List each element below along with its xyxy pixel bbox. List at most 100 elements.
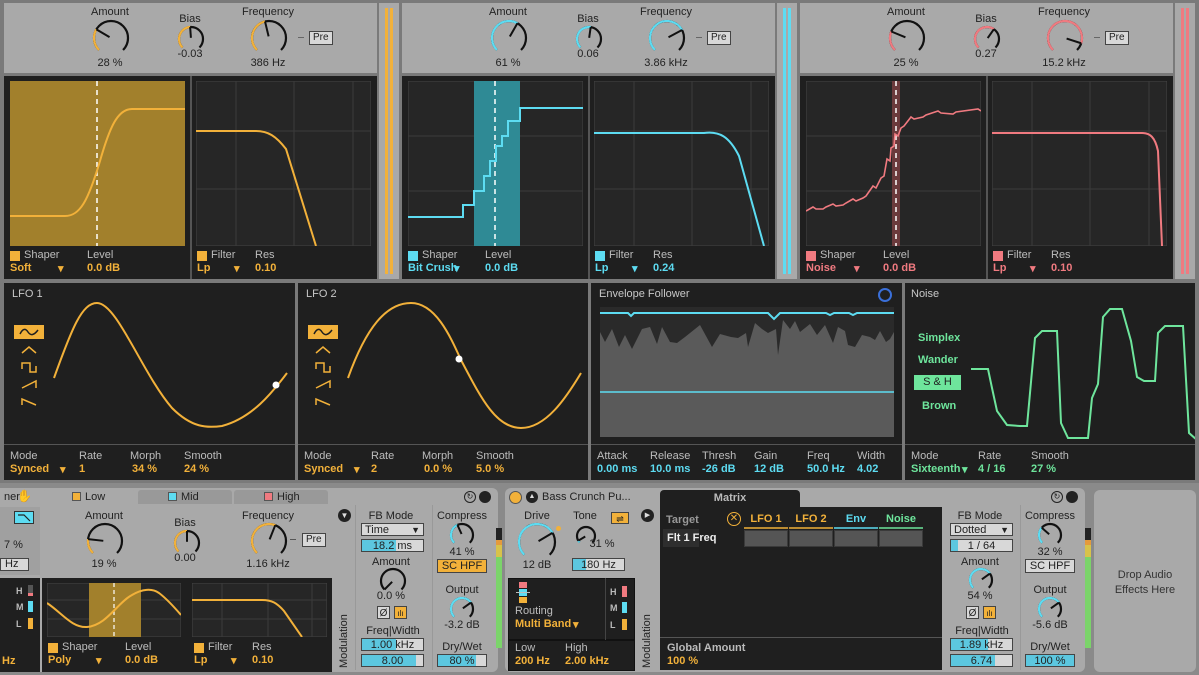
band-2-frequency-knob[interactable]: [648, 19, 686, 60]
chevron-down-icon[interactable]: ▾: [354, 463, 360, 476]
device1-filter-type[interactable]: Lp: [194, 654, 207, 666]
band-tab-mid[interactable]: Mid: [138, 490, 232, 504]
chevron-down-icon[interactable]: ▾: [234, 262, 240, 275]
device2-phase-button[interactable]: Ø: [966, 606, 979, 619]
band-1-pre-button[interactable]: Pre: [309, 31, 333, 45]
headphone-icon[interactable]: [878, 288, 892, 302]
band-2-shaper-type[interactable]: Bit Crush: [408, 262, 458, 274]
matrix-tab[interactable]: Matrix: [660, 490, 800, 508]
device2-title[interactable]: Bass Crunch Pu...: [542, 491, 631, 503]
routing-dropdown[interactable]: Multi Band: [515, 618, 571, 630]
width-value[interactable]: 4.02: [857, 463, 878, 475]
device2-power-button[interactable]: [509, 491, 522, 504]
device1-amount-knob[interactable]: [86, 522, 124, 563]
drop-audio-effects-zone[interactable]: Drop Audio Effects Here: [1094, 490, 1196, 672]
noise-type-wander[interactable]: Wander: [918, 354, 958, 366]
square-icon[interactable]: [315, 362, 331, 373]
band-1-level-value[interactable]: 0.0 dB: [87, 262, 120, 274]
release-value[interactable]: 10.0 ms: [650, 463, 690, 475]
chevron-down-icon[interactable]: ▾: [454, 262, 460, 275]
device2-fb-time-slider[interactable]: 1 / 64: [950, 539, 1013, 552]
tone-type-button[interactable]: ⇌: [611, 512, 629, 524]
modulation-expand-button[interactable]: ▼: [338, 509, 351, 522]
matrix-cell[interactable]: [789, 530, 833, 547]
thresh-value[interactable]: -26 dB: [702, 463, 736, 475]
noise-rate-value[interactable]: 4 / 16: [978, 463, 1006, 475]
band-3-filter-toggle[interactable]: [993, 251, 1003, 261]
gain-value[interactable]: 12 dB: [754, 463, 784, 475]
device1-fb-time-slider[interactable]: 18.2 ms: [361, 539, 424, 552]
device1-phase-button[interactable]: Ø: [377, 606, 390, 619]
matrix-cell[interactable]: [834, 530, 878, 547]
matrix-target-name[interactable]: Flt 1 Freq: [667, 532, 717, 544]
band-1-amount-knob[interactable]: [92, 19, 130, 60]
band-3-res-value[interactable]: 0.10: [1051, 262, 1072, 274]
noise-mode-dropdown[interactable]: Sixteenth: [911, 463, 961, 475]
device1-drywet-slider[interactable]: 80 %: [437, 654, 487, 667]
attack-value[interactable]: 0.00 ms: [597, 463, 637, 475]
device1-level-value[interactable]: 0.0 dB: [125, 654, 158, 666]
square-icon[interactable]: [21, 362, 37, 373]
save-preset-icon[interactable]: [1066, 491, 1078, 503]
triangle-icon[interactable]: [21, 346, 37, 354]
chevron-down-icon[interactable]: ▾: [1030, 262, 1036, 275]
chevron-down-icon[interactable]: ▾: [96, 654, 102, 667]
clear-icon[interactable]: ✕: [727, 512, 741, 526]
sine-icon[interactable]: [14, 325, 44, 339]
noise-type-brown[interactable]: Brown: [922, 400, 956, 412]
band-2-res-value[interactable]: 0.24: [653, 262, 674, 274]
band-3-shaper-toggle[interactable]: [806, 251, 816, 261]
lfo2-mode-dropdown[interactable]: Synced: [304, 463, 343, 475]
high-crossover-value[interactable]: 2.00 kHz: [565, 655, 609, 667]
chevron-down-icon[interactable]: ▾: [231, 654, 237, 667]
chevron-down-icon[interactable]: ▾: [60, 463, 66, 476]
device1-res-value[interactable]: 0.10: [252, 654, 273, 666]
chevron-down-icon[interactable]: ▾: [58, 262, 64, 275]
device1-freq-slider[interactable]: 1.00 kHz: [361, 638, 424, 651]
matrix-source-lfo1[interactable]: LFO 1: [744, 513, 788, 525]
matrix-cell[interactable]: [744, 530, 788, 547]
chevron-down-icon[interactable]: ▾: [573, 618, 579, 631]
device1-shaper-type[interactable]: Poly: [48, 654, 71, 666]
device1-pre-button[interactable]: Pre: [302, 533, 326, 547]
device1-partial-value2[interactable]: Hz: [0, 558, 29, 571]
save-preset-icon[interactable]: [479, 491, 491, 503]
band-2-shaper-toggle[interactable]: [408, 251, 418, 261]
matrix-cell[interactable]: [879, 530, 923, 547]
noise-smooth-value[interactable]: 27 %: [1031, 463, 1056, 475]
band-3-amount-knob[interactable]: [888, 19, 926, 60]
band-3-pre-button[interactable]: Pre: [1105, 31, 1129, 45]
device2-drywet-slider[interactable]: 100 %: [1025, 654, 1075, 667]
noise-type-simplex[interactable]: Simplex: [918, 332, 960, 344]
device1-spectrum-button[interactable]: ılı: [394, 606, 407, 619]
lfo1-smooth-value[interactable]: 24 %: [184, 463, 209, 475]
band-1-shaper-type[interactable]: Soft: [10, 262, 31, 274]
band-2-amount-knob[interactable]: [490, 19, 528, 60]
sine-icon[interactable]: [308, 325, 338, 339]
device2-sc-hpf-button[interactable]: SC HPF: [1025, 559, 1075, 573]
device2-collapse-button[interactable]: ▲: [526, 491, 538, 503]
chevron-down-icon[interactable]: ▾: [632, 262, 638, 275]
band-3-filter-type[interactable]: Lp: [993, 262, 1006, 274]
chevron-down-icon[interactable]: ▾: [962, 463, 968, 476]
ramp-down-icon[interactable]: [315, 397, 331, 406]
device1-fb-mode-dropdown[interactable]: Time ▼: [361, 523, 424, 536]
device1-filter-toggle[interactable]: [194, 643, 204, 653]
band-tab-low[interactable]: Low: [42, 490, 136, 504]
matrix-source-env[interactable]: Env: [834, 513, 878, 525]
band-1-shaper-toggle[interactable]: [10, 251, 20, 261]
noise-type-sh[interactable]: S & H: [914, 375, 961, 390]
ramp-down-icon[interactable]: [21, 397, 37, 406]
lfo1-morph-value[interactable]: 34 %: [132, 463, 157, 475]
device2-fb-mode-dropdown[interactable]: Dotted ▼: [950, 523, 1013, 536]
band-1-filter-toggle[interactable]: [197, 251, 207, 261]
device1-shaper-toggle[interactable]: [48, 643, 58, 653]
device1-modulation-label[interactable]: Modulation: [338, 600, 350, 668]
device2-spectrum-button[interactable]: ılı: [983, 606, 996, 619]
band-1-res-value[interactable]: 0.10: [255, 262, 276, 274]
band-tab-high[interactable]: High: [234, 490, 328, 504]
band-1-frequency-knob[interactable]: [250, 19, 288, 60]
low-crossover-value[interactable]: 200 Hz: [515, 655, 550, 667]
tone-freq-slider[interactable]: 180 Hz: [572, 558, 625, 571]
triangle-icon[interactable]: [315, 346, 331, 354]
